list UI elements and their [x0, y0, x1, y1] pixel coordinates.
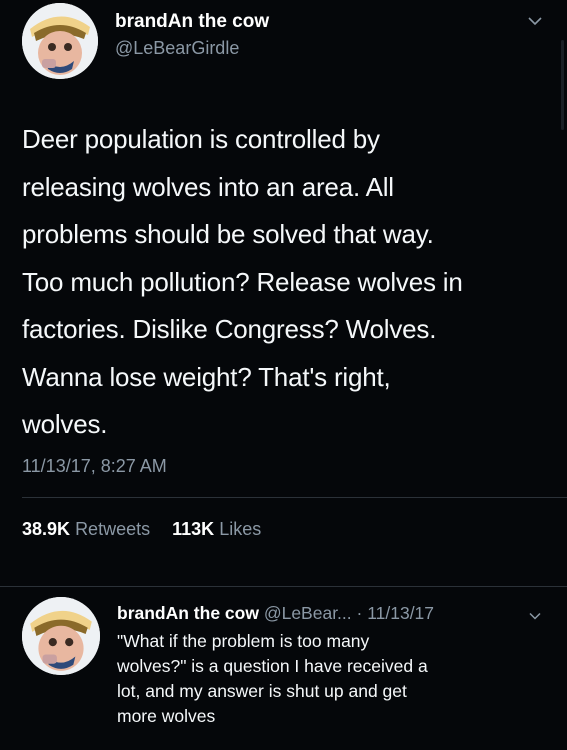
reply-text-line: more wolves — [117, 706, 216, 726]
tweet-text-line: Too much pollution? Release wolves in — [22, 266, 463, 297]
likes-count: 113K — [172, 519, 215, 539]
tweet-text-line: problems should be solved that way. — [22, 219, 434, 249]
tweet-stats: 38.9K Retweets 113K Likes — [22, 519, 261, 540]
author-handle[interactable]: @LeBearGirdle — [115, 38, 239, 59]
tweet-text-line: Deer population is controlled by — [22, 124, 380, 154]
reply-author-name[interactable]: brandAn the cow — [117, 603, 259, 623]
likes-stat[interactable]: 113K Likes — [167, 519, 261, 539]
author-name[interactable]: brandAn the cow — [115, 11, 269, 33]
chevron-down-icon[interactable] — [528, 611, 542, 621]
reply-author-avatar[interactable] — [22, 597, 100, 675]
retweets-label: Retweets — [75, 519, 151, 539]
reply-text: "What if the problem is too many wolves?… — [117, 629, 557, 729]
avatar-photo — [22, 597, 100, 675]
reply-text-line: wolves?" is a question I have received a — [117, 656, 428, 676]
author-avatar[interactable] — [22, 3, 98, 79]
tweet-timestamp[interactable]: 11/13/17, 8:27 AM — [22, 456, 167, 477]
retweets-count: 38.9K — [22, 519, 71, 539]
divider — [0, 586, 567, 587]
tweet-text-line: factories. Dislike Congress? Wolves. — [22, 314, 437, 344]
tweet-text-line: wolves. — [22, 409, 108, 439]
scrollbar[interactable] — [561, 40, 564, 130]
reply-text-line: "What if the problem is too many — [117, 631, 370, 651]
reply-text-line: lot, and my answer is shut up and get — [117, 681, 407, 701]
retweets-stat[interactable]: 38.9K Retweets — [22, 519, 155, 539]
divider — [22, 497, 567, 498]
likes-label: Likes — [219, 519, 262, 539]
tweet-text-line: releasing wolves into an area. All — [22, 171, 394, 202]
reply-meta[interactable]: @LeBear... · 11/13/17 — [264, 603, 434, 623]
chevron-down-icon[interactable] — [527, 15, 543, 27]
tweet-text: Deer population is controlled by releasi… — [22, 116, 552, 449]
avatar-photo — [22, 3, 98, 79]
tweet-text-line: Wanna lose weight? That's right, — [22, 361, 391, 392]
reply-header: brandAn the cow @LeBear... · 11/13/17 — [117, 603, 434, 624]
